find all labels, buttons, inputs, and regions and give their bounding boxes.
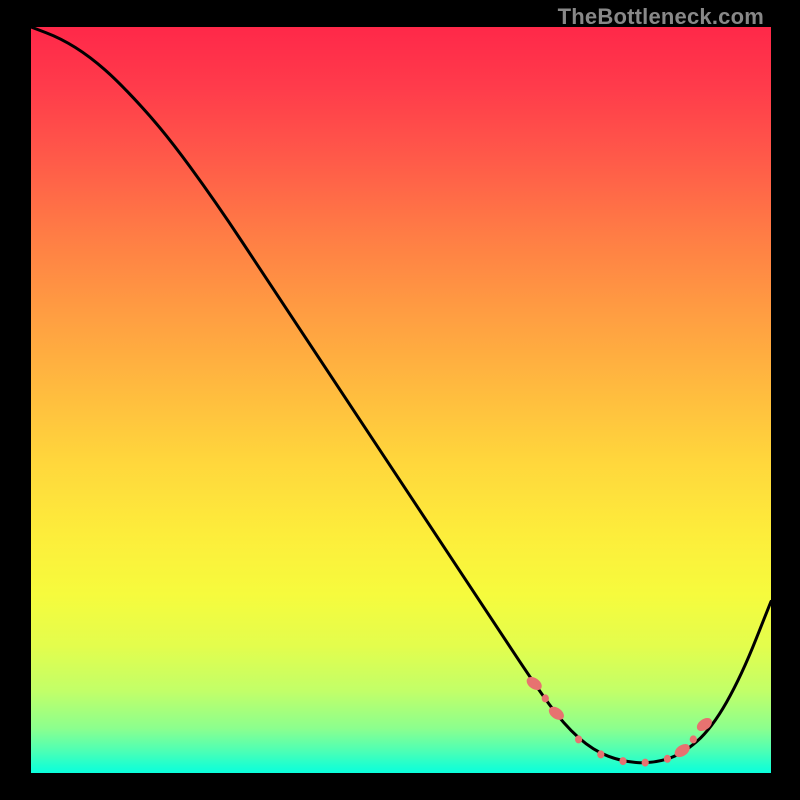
bottleneck-curve	[31, 27, 771, 763]
trough-marker	[524, 674, 544, 692]
plot-area	[31, 27, 771, 773]
trough-markers	[524, 674, 714, 766]
watermark-text: TheBottleneck.com	[558, 4, 764, 30]
curve-layer	[31, 27, 771, 773]
trough-marker	[619, 757, 626, 765]
trough-marker	[575, 735, 582, 743]
trough-marker	[597, 750, 604, 758]
trough-marker	[690, 735, 697, 743]
trough-marker	[664, 755, 671, 763]
trough-marker	[642, 759, 649, 767]
trough-marker	[542, 694, 549, 702]
chart-frame: TheBottleneck.com	[0, 0, 800, 800]
